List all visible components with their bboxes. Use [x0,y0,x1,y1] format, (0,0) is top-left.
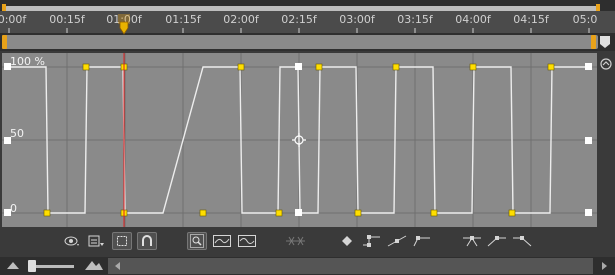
scroll-right-icon[interactable] [600,260,610,272]
convert-to-hold-icon[interactable] [362,232,382,250]
zoom-out-icon[interactable] [5,259,25,271]
fit-selection-icon[interactable] [187,232,207,250]
eye-visibility-icon[interactable] [62,232,82,250]
convert-to-auto-bezier-icon[interactable] [412,232,432,250]
zoom-slider-thumb[interactable] [28,260,36,272]
work-area-start-handle[interactable] [2,35,7,49]
ruler-label: 00:15f [49,13,85,26]
ruler-label: 05:0 [572,13,598,26]
ruler-label: 03:15f [397,13,433,26]
snap-magnet-icon[interactable] [137,232,157,250]
easy-ease-icon[interactable] [462,232,482,250]
y-label-mid: 50 [10,127,24,140]
easy-ease-in-icon[interactable] [487,232,507,250]
ruler-label: 03:00f [339,13,375,26]
vertical-zoom-column [598,53,615,227]
convert-to-linear-icon[interactable] [387,232,407,250]
edit-keyframe-icon[interactable] [337,232,357,250]
value-graph[interactable] [2,53,597,227]
ruler-label: 02:00f [223,13,259,26]
y-label-top: 100 % [10,55,45,68]
fit-all-icon[interactable] [237,232,257,250]
ruler-label: 04:00f [455,13,491,26]
fit-all-graphs-icon[interactable] [212,232,232,250]
auto-zoom-height-icon[interactable] [599,57,613,71]
scroll-left-icon[interactable] [112,260,122,272]
graph-type-options-icon[interactable] [86,232,106,250]
ruler-label: 0:00f [0,13,27,26]
zoom-slider[interactable] [30,265,74,268]
current-time-indicator-head[interactable] [117,14,131,38]
work-area-menu-icon[interactable] [598,34,612,50]
separate-dimensions-icon [285,232,305,250]
ruler-label: 02:15f [281,13,317,26]
y-label-bottom: 0 [10,202,17,215]
ruler-label: 04:15f [513,13,549,26]
ruler-label: 01:15f [165,13,201,26]
zoom-in-icon[interactable] [84,258,104,272]
horizontal-scrollbar[interactable] [108,258,593,274]
easy-ease-out-icon[interactable] [512,232,532,250]
transform-box-icon[interactable] [112,232,132,250]
work-area-end-handle[interactable] [591,35,596,49]
work-area-bar[interactable] [3,35,598,49]
